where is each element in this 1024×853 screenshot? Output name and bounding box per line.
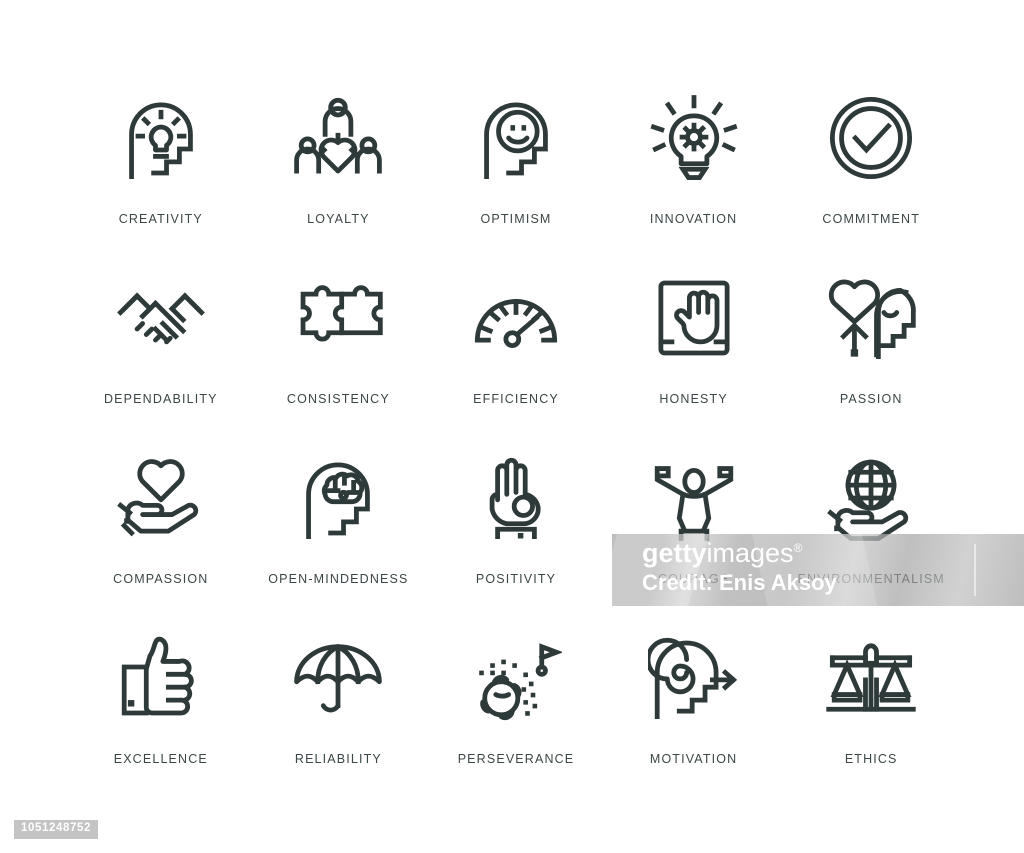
icon-cell-ethics[interactable]: ETHICS	[782, 626, 960, 806]
hand-heart-icon	[113, 446, 209, 550]
icon-label: POSITIVITY	[475, 572, 557, 586]
head-brain-icon	[290, 446, 386, 550]
icon-label: RELIABILITY	[294, 752, 382, 766]
head-heart-arrow-icon	[823, 266, 919, 370]
icon-cell-positivity[interactable]: POSITIVITY	[427, 446, 605, 626]
icon-label: INNOVATION	[649, 212, 738, 226]
head-smiley-icon	[468, 86, 564, 190]
icon-label: COMMITMENT	[822, 212, 920, 226]
image-id-badge: 1051248752	[14, 820, 98, 839]
head-spiral-arrow-icon	[646, 626, 742, 730]
lightbulb-gear-icon	[646, 86, 742, 190]
icon-cell-honesty[interactable]: HONESTY	[605, 266, 783, 446]
people-heart-icon	[290, 86, 386, 190]
icon-cell-environmentalism[interactable]: ENVIRONMENTALISM	[782, 446, 960, 626]
person-arms-raised-icon	[646, 446, 742, 550]
icon-label: DEPENDABILITY	[104, 392, 218, 406]
scales-balance-icon	[823, 626, 919, 730]
puzzle-pieces-icon	[290, 266, 386, 370]
icon-cell-efficiency[interactable]: EFFICIENCY	[427, 266, 605, 446]
icon-label: HONESTY	[659, 392, 728, 406]
icon-cell-dependability[interactable]: DEPENDABILITY	[72, 266, 250, 446]
icon-grid: CREATIVITY LOYALTY OPTIMISM INNOVATION C…	[72, 86, 960, 806]
handshake-icon	[113, 266, 209, 370]
rolling-boulder-flag-icon	[468, 626, 564, 730]
speedometer-icon	[468, 266, 564, 370]
icon-label: ENVIRONMENTALISM	[797, 572, 945, 586]
icon-cell-perseverance[interactable]: PERSEVERANCE	[427, 626, 605, 806]
icon-label: COURAGE	[657, 572, 730, 586]
thumbs-up-icon	[113, 626, 209, 730]
icon-cell-innovation[interactable]: INNOVATION	[605, 86, 783, 266]
icon-cell-optimism[interactable]: OPTIMISM	[427, 86, 605, 266]
icon-cell-creativity[interactable]: CREATIVITY	[72, 86, 250, 266]
icon-cell-reliability[interactable]: RELIABILITY	[250, 626, 428, 806]
icon-label: OPTIMISM	[480, 212, 552, 226]
icon-label: EXCELLENCE	[113, 752, 208, 766]
icon-label: OPEN-MINDEDNESS	[268, 572, 409, 586]
icon-sheet-canvas: CREATIVITY LOYALTY OPTIMISM INNOVATION C…	[0, 0, 1024, 853]
icon-label: COMPASSION	[113, 572, 209, 586]
umbrella-icon	[290, 626, 386, 730]
hand-ok-icon	[468, 446, 564, 550]
icon-label: PERSEVERANCE	[457, 752, 575, 766]
icon-label: CONSISTENCY	[286, 392, 390, 406]
icon-cell-passion[interactable]: PASSION	[782, 266, 960, 446]
icon-cell-motivation[interactable]: MOTIVATION	[605, 626, 783, 806]
icon-cell-consistency[interactable]: CONSISTENCY	[250, 266, 428, 446]
icon-cell-excellence[interactable]: EXCELLENCE	[72, 626, 250, 806]
icon-label: CREATIVITY	[118, 212, 203, 226]
icon-cell-courage[interactable]: COURAGE	[605, 446, 783, 626]
watermark-divider	[974, 544, 976, 596]
hand-oath-icon	[646, 266, 742, 370]
icon-cell-loyalty[interactable]: LOYALTY	[250, 86, 428, 266]
icon-cell-commitment[interactable]: COMMITMENT	[782, 86, 960, 266]
head-lightbulb-icon	[113, 86, 209, 190]
check-circle-icon	[823, 86, 919, 190]
icon-cell-open-mindedness[interactable]: OPEN-MINDEDNESS	[250, 446, 428, 626]
hand-globe-icon	[823, 446, 919, 550]
icon-label: PASSION	[839, 392, 903, 406]
icon-cell-compassion[interactable]: COMPASSION	[72, 446, 250, 626]
icon-label: ETHICS	[844, 752, 898, 766]
icon-label: MOTIVATION	[649, 752, 738, 766]
icon-label: EFFICIENCY	[473, 392, 559, 406]
icon-label: LOYALTY	[307, 212, 370, 226]
